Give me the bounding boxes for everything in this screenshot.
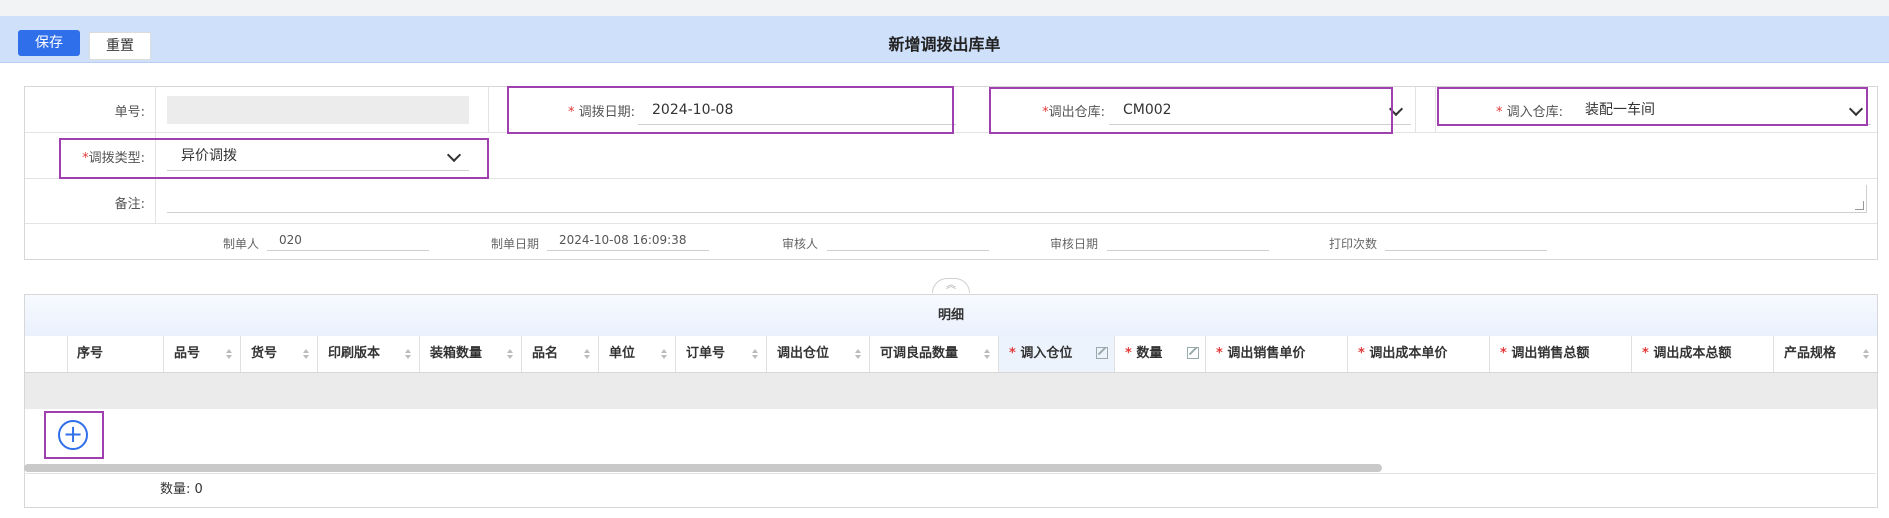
table-empty-row — [25, 373, 1877, 409]
edit-icon — [1096, 347, 1108, 359]
footer-divider — [24, 473, 1876, 474]
column-header[interactable]: 单位 — [599, 336, 676, 372]
sort-icon[interactable] — [984, 349, 990, 359]
column-label: 品号 — [174, 346, 201, 361]
row-divider — [25, 223, 1877, 224]
column-label: 序号 — [77, 346, 104, 361]
column-header[interactable]: 货号 — [241, 336, 318, 372]
plus-circle-icon: + — [62, 420, 84, 448]
sort-icon[interactable] — [507, 349, 513, 359]
required-mark: * — [1216, 346, 1228, 361]
column-header[interactable]: 装箱数量 — [420, 336, 522, 372]
order-no-field[interactable] — [167, 96, 469, 124]
table-select-column — [25, 336, 68, 372]
count-summary: 数量: 0 — [160, 478, 203, 497]
column-header[interactable]: 品号 — [164, 336, 241, 372]
creator-value: 020 — [267, 233, 429, 251]
column-header[interactable]: * 调出销售单价 — [1206, 336, 1348, 372]
order-no-label: 单号: — [114, 105, 145, 120]
sort-icon[interactable] — [1863, 349, 1869, 359]
resize-handle-icon[interactable] — [1855, 201, 1864, 210]
add-row-button[interactable]: + — [58, 420, 88, 450]
column-header[interactable]: 订单号 — [676, 336, 767, 372]
column-header[interactable]: 可调良品数量 — [870, 336, 999, 372]
column-header[interactable]: 序号 — [68, 336, 164, 372]
column-header[interactable]: 品名 — [522, 336, 599, 372]
page: 保存 重置 新增调拨出库单 单号: * 调拨日期: 2024-10-08 *调出… — [0, 16, 1889, 518]
required-mark: * — [1125, 346, 1137, 361]
sort-icon[interactable] — [584, 349, 590, 359]
column-header[interactable]: * 数量 — [1115, 336, 1206, 372]
col-divider — [488, 87, 489, 133]
highlight-in-warehouse — [1437, 87, 1868, 126]
column-label: 装箱数量 — [430, 346, 483, 361]
double-chevron-up-icon[interactable]: ︽ — [932, 278, 970, 293]
column-label: 印刷版本 — [328, 346, 381, 361]
column-header[interactable]: 印刷版本 — [318, 336, 420, 372]
detail-title: 明细 — [25, 295, 1877, 337]
required-mark: * — [1358, 346, 1370, 361]
column-label: 品名 — [532, 346, 559, 361]
print-count-label: 打印次数 — [1329, 237, 1378, 251]
print-count-value — [1385, 233, 1547, 251]
detail-table-header: 序号 品号 货号 印刷版本 装箱数量 品名 单位 订单号 调出仓位 可调良品数量… — [25, 336, 1877, 373]
col-divider — [1415, 87, 1416, 133]
remark-label: 备注: — [114, 197, 145, 212]
column-label: 调出仓位 — [777, 346, 830, 361]
highlight-transfer-date — [507, 86, 954, 134]
column-header[interactable]: * 调入仓位 — [999, 336, 1115, 372]
column-label: 货号 — [251, 346, 278, 361]
column-label: 调出销售单价 — [1227, 346, 1306, 361]
remark-textarea[interactable] — [167, 185, 1867, 213]
review-date-label: 审核日期 — [1050, 237, 1099, 251]
column-header[interactable]: 产品规格 — [1774, 336, 1877, 372]
create-date-label: 制单日期 — [491, 237, 540, 251]
column-label: 调出成本总额 — [1653, 346, 1732, 361]
column-label: 可调良品数量 — [880, 346, 959, 361]
header-bar: 保存 重置 新增调拨出库单 — [0, 16, 1889, 63]
edit-icon — [1187, 347, 1199, 359]
count-value: 0 — [194, 482, 203, 497]
highlight-transfer-type — [59, 138, 489, 179]
create-date-value: 2024-10-08 16:09:38 — [547, 233, 709, 251]
required-mark: * — [1500, 346, 1512, 361]
sort-icon[interactable] — [855, 349, 861, 359]
column-header[interactable]: * 调出成本单价 — [1348, 336, 1490, 372]
column-label: 调入仓位 — [1020, 346, 1073, 361]
column-header[interactable]: * 调出成本总额 — [1632, 336, 1774, 372]
column-header[interactable]: * 调出销售总额 — [1490, 336, 1632, 372]
column-label: 订单号 — [686, 346, 726, 361]
count-label: 数量: — [160, 482, 191, 497]
horizontal-scrollbar[interactable] — [24, 464, 1382, 472]
detail-panel: 明细 序号 品号 货号 印刷版本 装箱数量 品名 单位 订单号 调出仓位 可调良… — [24, 294, 1878, 508]
column-label: 产品规格 — [1784, 346, 1837, 361]
review-date-value — [1107, 233, 1269, 251]
required-mark: * — [1009, 346, 1021, 361]
sort-icon[interactable] — [752, 349, 758, 359]
column-label: 数量 — [1136, 346, 1163, 361]
column-label: 单位 — [609, 346, 636, 361]
column-header[interactable]: 调出仓位 — [767, 336, 870, 372]
highlight-out-warehouse — [989, 87, 1393, 134]
required-mark: * — [1642, 346, 1654, 361]
sort-icon[interactable] — [303, 349, 309, 359]
reviewer-label: 审核人 — [782, 237, 819, 251]
creator-label: 制单人 — [223, 237, 260, 251]
sort-icon[interactable] — [226, 349, 232, 359]
column-label: 调出成本单价 — [1369, 346, 1448, 361]
sort-icon[interactable] — [661, 349, 667, 359]
col-divider — [1435, 87, 1436, 133]
sort-icon[interactable] — [405, 349, 411, 359]
column-label: 调出销售总额 — [1511, 346, 1590, 361]
reviewer-value — [827, 233, 989, 251]
page-title: 新增调拨出库单 — [888, 35, 1001, 54]
